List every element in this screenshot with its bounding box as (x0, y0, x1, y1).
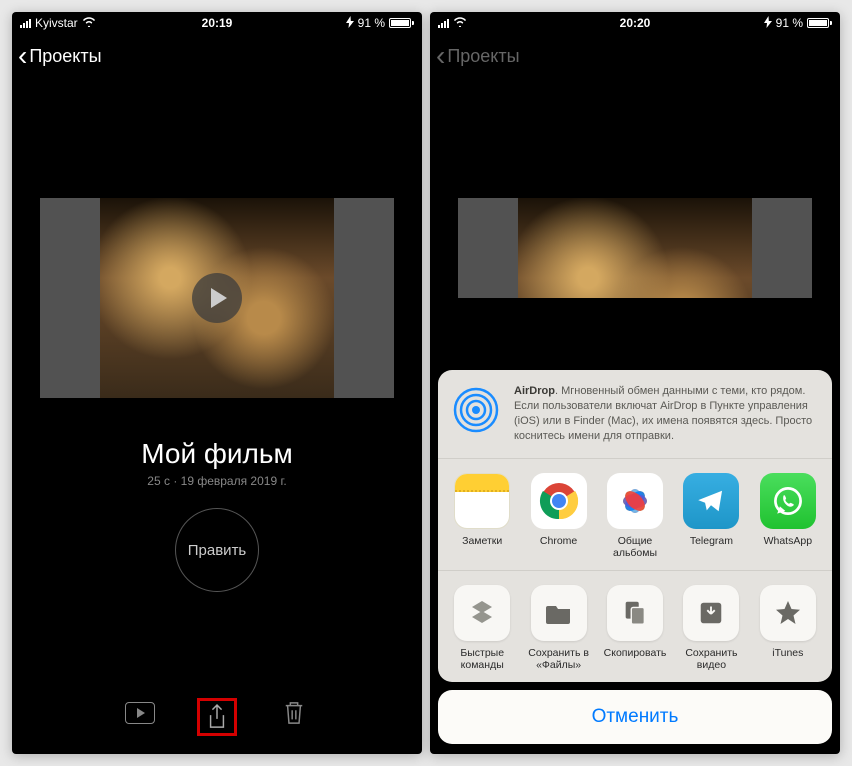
battery-pct: 91 % (776, 16, 803, 30)
whatsapp-icon (760, 473, 816, 529)
airdrop-text: AirDrop. Мгновенный обмен данными с теми… (514, 384, 818, 443)
battery-icon (807, 18, 832, 28)
action-save-video[interactable]: Сохранить видео (673, 585, 749, 672)
chrome-icon (531, 473, 587, 529)
airdrop-icon (450, 384, 502, 436)
share-app-whatsapp[interactable]: WhatsApp (750, 473, 826, 560)
share-app-telegram[interactable]: Telegram (673, 473, 749, 560)
star-icon (760, 585, 816, 641)
share-app-row: Заметки (438, 459, 832, 571)
nav-back[interactable]: ‹ Проекты (12, 34, 422, 78)
phone-left: Kyivstar 20:19 91 % ‹ Проекты Мой фильм … (12, 12, 422, 754)
chevron-left-icon: ‹ (18, 42, 27, 70)
airdrop-desc: . Мгновенный обмен данными с теми, кто р… (514, 385, 812, 442)
download-icon (683, 585, 739, 641)
share-app-notes[interactable]: Заметки (444, 473, 520, 560)
video-preview[interactable] (40, 198, 394, 398)
bolt-icon (346, 16, 354, 31)
edit-button[interactable]: Править (175, 508, 259, 592)
chevron-left-icon: ‹ (436, 42, 445, 70)
share-sheet: AirDrop. Мгновенный обмен данными с теми… (438, 370, 832, 744)
bolt-icon (764, 16, 772, 31)
bottom-toolbar (12, 698, 422, 736)
delete-button[interactable] (277, 698, 311, 728)
wifi-icon (453, 16, 467, 30)
movie-meta: 25 с · 19 февраля 2019 г. (12, 474, 422, 488)
phone-right: 20:20 91 % ‹ Проекты (430, 12, 840, 754)
airdrop-title: AirDrop (514, 385, 555, 397)
folder-icon (531, 585, 587, 641)
airdrop-row[interactable]: AirDrop. Мгновенный обмен данными с теми… (438, 370, 832, 458)
playback-button[interactable] (123, 698, 157, 728)
status-bar: Kyivstar 20:19 91 % (12, 12, 422, 34)
trash-icon (283, 700, 305, 726)
photos-icon (607, 473, 663, 529)
carrier-label: Kyivstar (35, 16, 78, 30)
action-itunes[interactable]: iTunes (750, 585, 826, 672)
share-app-photos[interactable]: Общие альбомы (597, 473, 673, 560)
action-save-files[interactable]: Сохранить в «Файлы» (520, 585, 596, 672)
video-preview (458, 198, 812, 298)
copy-icon (607, 585, 663, 641)
notes-icon (454, 473, 510, 529)
action-shortcuts[interactable]: Быстрые команды (444, 585, 520, 672)
cancel-label: Отменить (592, 706, 679, 728)
nav-back-label: Проекты (447, 46, 519, 67)
telegram-icon (683, 473, 739, 529)
edit-label: Править (188, 542, 247, 559)
clock: 20:20 (620, 16, 651, 30)
signal-icon (20, 18, 31, 28)
nav-back-label: Проекты (29, 46, 101, 67)
share-app-chrome[interactable]: Chrome (520, 473, 596, 560)
nav-back[interactable]: ‹ Проекты (430, 34, 840, 78)
share-button[interactable] (197, 698, 237, 736)
video-thumbnail (518, 198, 752, 298)
battery-pct: 91 % (358, 16, 385, 30)
play-rect-icon (125, 702, 155, 724)
share-panel: AirDrop. Мгновенный обмен данными с теми… (438, 370, 832, 682)
clock: 20:19 (202, 16, 233, 30)
share-action-row: Быстрые команды Сохранить в «Файлы» Скоп… (438, 571, 832, 682)
play-icon[interactable] (192, 273, 242, 323)
status-bar: 20:20 91 % (430, 12, 840, 34)
action-copy[interactable]: Скопировать (597, 585, 673, 672)
cancel-button[interactable]: Отменить (438, 690, 832, 744)
battery-icon (389, 18, 414, 28)
wifi-icon (82, 16, 96, 30)
shortcuts-icon (454, 585, 510, 641)
movie-title: Мой фильм (12, 438, 422, 470)
share-icon (206, 703, 228, 731)
signal-icon (438, 18, 449, 28)
